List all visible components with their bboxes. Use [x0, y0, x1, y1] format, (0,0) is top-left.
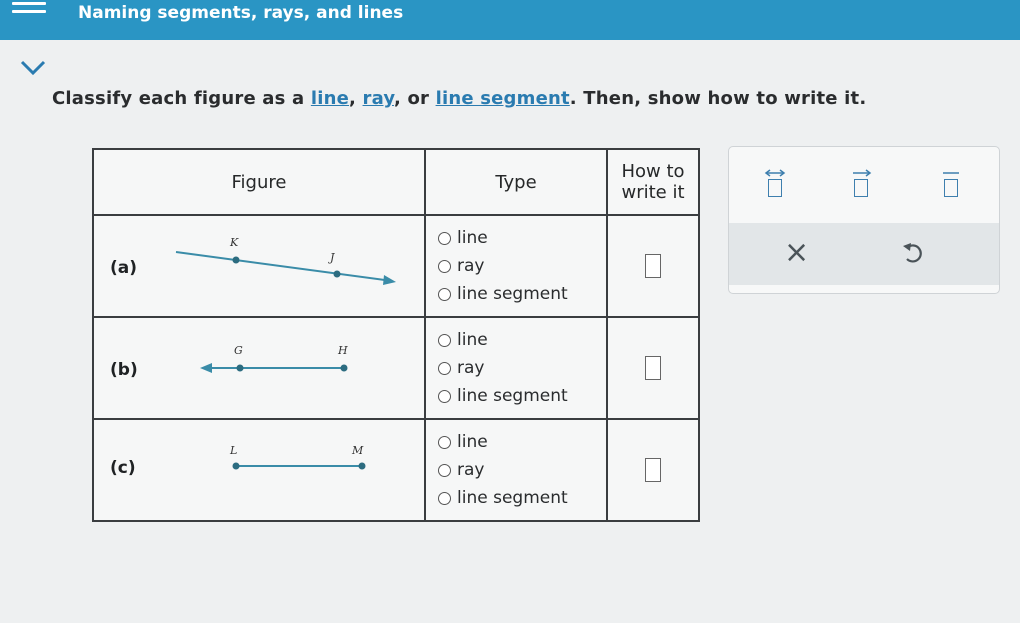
option-label: ray — [457, 358, 485, 378]
figure-cell-c: (c) L M — [92, 418, 426, 522]
option-label: line segment — [457, 488, 568, 508]
type-cell-c: line ray line segment — [424, 418, 608, 522]
write-cell-a — [606, 214, 700, 318]
radio-button[interactable] — [438, 259, 451, 273]
option-line[interactable]: line — [438, 224, 606, 252]
option-ray[interactable]: ray — [438, 456, 606, 484]
point-j — [333, 270, 341, 278]
option-line[interactable]: line — [438, 428, 606, 456]
option-label: line — [457, 228, 488, 248]
option-label: ray — [457, 256, 485, 276]
figure-a-ray — [175, 251, 396, 285]
radio-button[interactable] — [438, 333, 451, 347]
instructions-part: . Then, show how to write it. — [569, 88, 867, 109]
table-row: (a) K J line ray line segment — [92, 214, 700, 318]
instructions-part: , or — [393, 88, 436, 109]
header-write-line2: write it — [621, 182, 685, 203]
figure-cell-a: (a) K J — [92, 214, 426, 318]
option-line-segment[interactable]: line segment — [438, 484, 606, 512]
instructions-part: , — [349, 88, 363, 109]
instructions-text: Classify each figure as a line, ray, or … — [52, 88, 866, 109]
answer-input[interactable] — [645, 356, 661, 380]
action-bar: × — [729, 223, 999, 285]
point-m — [358, 462, 366, 470]
point-k — [232, 256, 240, 264]
option-line-segment[interactable]: line segment — [438, 280, 606, 308]
page-title: Naming segments, rays, and lines — [78, 3, 404, 23]
option-line[interactable]: line — [438, 326, 606, 354]
figure-cell-b: (b) G H — [92, 316, 426, 420]
table-row: (c) L M line ray line segment — [92, 418, 700, 522]
option-ray[interactable]: ray — [438, 354, 606, 382]
option-label: line — [457, 330, 488, 350]
write-cell-b — [606, 316, 700, 420]
header-figure: Figure — [92, 148, 426, 216]
header-type: Type — [424, 148, 608, 216]
header-how-to-write: How to write it — [606, 148, 700, 216]
option-label: line — [457, 432, 488, 452]
write-cell-c — [606, 418, 700, 522]
radio-button[interactable] — [438, 435, 451, 449]
type-cell-a: line ray line segment — [424, 214, 608, 318]
line-notation-box — [768, 179, 782, 197]
header-write-line1: How to — [621, 161, 685, 182]
radio-button[interactable] — [438, 389, 451, 403]
radio-button[interactable] — [438, 287, 451, 301]
radio-button[interactable] — [438, 361, 451, 375]
option-label: line segment — [457, 284, 568, 304]
point-l — [232, 462, 240, 470]
segment-notation-box — [944, 179, 958, 197]
figure-c-segment — [232, 462, 366, 470]
notation-tool-row — [729, 167, 999, 207]
close-icon[interactable]: × — [784, 235, 809, 270]
radio-button[interactable] — [438, 491, 451, 505]
radio-button[interactable] — [438, 231, 451, 245]
option-label: ray — [457, 460, 485, 480]
notation-toolpanel: × — [728, 146, 1000, 294]
segment-notation-button[interactable] — [937, 167, 967, 201]
line-notation-button[interactable] — [761, 167, 791, 201]
instructions-part: Classify each figure as a — [52, 88, 311, 109]
radio-button[interactable] — [438, 463, 451, 477]
table-row: (b) G H line ray line segment — [92, 316, 700, 420]
line-segment-link[interactable]: line segment — [436, 88, 570, 109]
type-cell-b: line ray line segment — [424, 316, 608, 420]
top-bar: Naming segments, rays, and lines — [0, 0, 1020, 40]
menu-icon[interactable] — [12, 2, 46, 18]
classification-table: Figure Type How to write it (a) K J line… — [92, 148, 700, 522]
ray-link[interactable]: ray — [363, 88, 394, 109]
option-ray[interactable]: ray — [438, 252, 606, 280]
chevron-down-icon[interactable] — [18, 58, 48, 78]
point-g — [236, 364, 244, 372]
option-label: line segment — [457, 386, 568, 406]
point-h — [340, 364, 348, 372]
answer-input[interactable] — [645, 458, 661, 482]
line-link[interactable]: line — [311, 88, 349, 109]
ray-notation-box — [854, 179, 868, 197]
ray-notation-button[interactable] — [847, 167, 877, 201]
figure-b-ray — [200, 363, 348, 373]
undo-icon[interactable] — [899, 239, 927, 267]
option-line-segment[interactable]: line segment — [438, 382, 606, 410]
answer-input[interactable] — [645, 254, 661, 278]
